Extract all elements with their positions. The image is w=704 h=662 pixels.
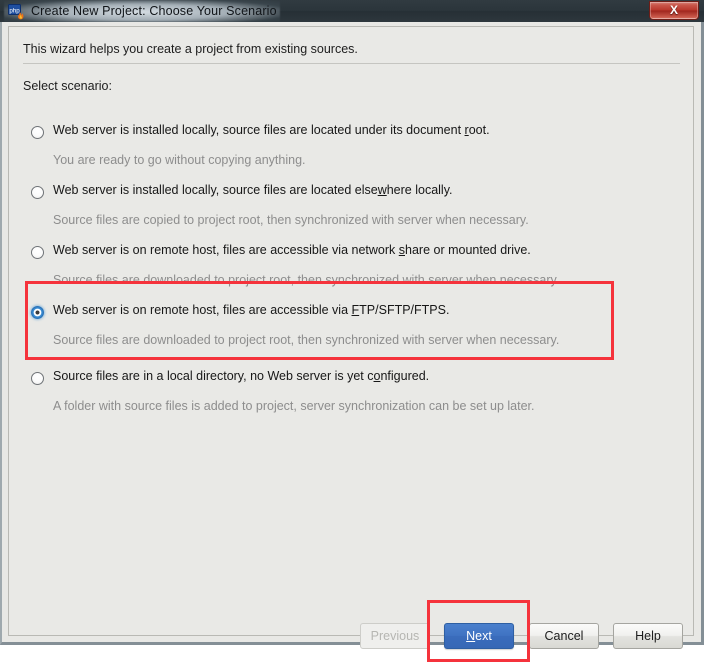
window-title: Create New Project: Choose Your Scenario <box>31 4 277 18</box>
radio-button-4[interactable] <box>31 372 44 385</box>
scenario-option-description-1: Source files are copied to project root,… <box>53 213 529 227</box>
intro-text: This wizard helps you create a project f… <box>23 42 358 56</box>
next-button[interactable]: Next <box>444 623 514 649</box>
dialog-window: php Create New Project: Choose Your Scen… <box>0 0 704 662</box>
radio-button-2[interactable] <box>31 246 44 259</box>
previous-button[interactable]: Previous <box>360 623 430 649</box>
svg-text:php: php <box>9 7 20 14</box>
scenario-option-label-0: Web server is installed locally, source … <box>53 123 490 137</box>
scenario-option-label-2: Web server is on remote host, files are … <box>53 243 531 257</box>
radio-button-1[interactable] <box>31 186 44 199</box>
scenario-option-description-4: A folder with source files is added to p… <box>53 399 535 413</box>
scenario-option-description-0: You are ready to go without copying anyt… <box>53 153 306 167</box>
label-part-before: Source files are in a local directory, n… <box>53 369 374 383</box>
label-part-after: TP/SFTP/FTPS. <box>359 303 450 317</box>
select-scenario-label: Select scenario: <box>23 79 112 93</box>
next-label-rest: ext <box>475 629 492 643</box>
scenario-option-description-2: Source files are downloaded to project r… <box>53 273 560 287</box>
scenario-option-label-3: Web server is on remote host, files are … <box>53 303 449 317</box>
client-area: This wizard helps you create a project f… <box>0 22 704 662</box>
cancel-button[interactable]: Cancel <box>529 623 599 649</box>
label-part-after: hare or mounted drive. <box>405 243 531 257</box>
wizard-panel: This wizard helps you create a project f… <box>8 26 694 636</box>
next-mnemonic: N <box>466 629 476 643</box>
label-part-before: Web server is installed locally, source … <box>53 123 465 137</box>
label-part-after: oot. <box>468 123 490 137</box>
scenario-option-label-1: Web server is installed locally, source … <box>53 183 453 197</box>
header-separator <box>23 63 680 64</box>
php-flame-icon: php <box>8 4 24 20</box>
help-button[interactable]: Help <box>613 623 683 649</box>
label-part-after: here locally. <box>386 183 453 197</box>
label-mnemonic: F <box>351 303 360 317</box>
radio-button-3[interactable] <box>31 306 44 319</box>
label-part-before: Web server is on remote host, files are … <box>53 303 352 317</box>
label-part-after: nfigured. <box>380 369 430 383</box>
label-part-before: Web server is installed locally, source … <box>53 183 378 197</box>
radio-button-0[interactable] <box>31 126 44 139</box>
scenario-option-description-3: Source files are downloaded to project r… <box>53 333 560 347</box>
scenario-option-label-4: Source files are in a local directory, n… <box>53 369 429 383</box>
close-icon[interactable]: X <box>649 1 699 20</box>
label-part-before: Web server is on remote host, files are … <box>53 243 399 257</box>
title-bar: php Create New Project: Choose Your Scen… <box>0 0 704 22</box>
label-mnemonic: w <box>377 183 387 197</box>
